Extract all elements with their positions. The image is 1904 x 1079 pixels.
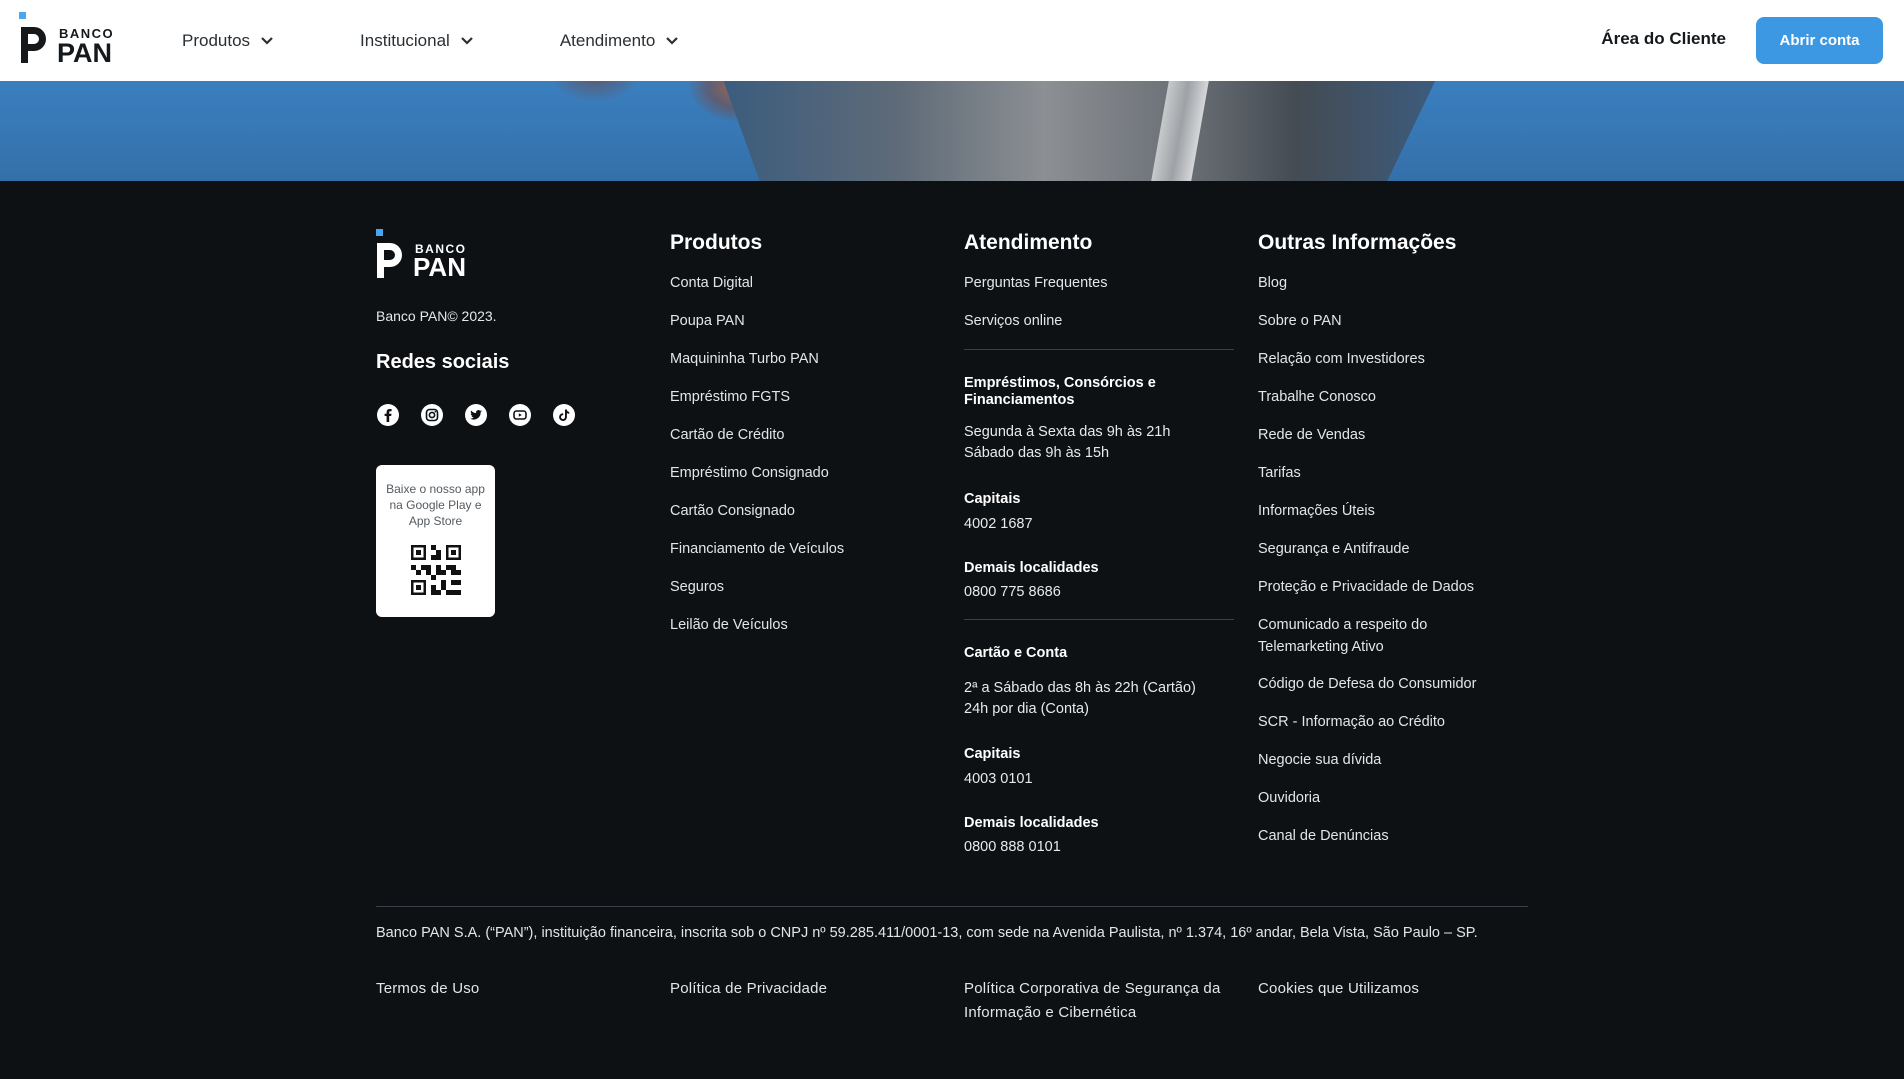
- footer-link-seguros[interactable]: Seguros: [670, 578, 844, 616]
- loans-capitals: Capitais 4002 1687: [964, 489, 1234, 535]
- nav-atendimento[interactable]: Atendimento: [560, 31, 679, 51]
- loans-hours-weekday: Segunda à Sexta das 9h às 21h: [964, 424, 1171, 440]
- open-account-button[interactable]: Abrir conta: [1756, 17, 1883, 64]
- capitals-label: Capitais: [964, 746, 1021, 762]
- footer-link-cartao-consignado[interactable]: Cartão Consignado: [670, 502, 844, 540]
- loans-hours-saturday: Sábado das 9h às 15h: [964, 445, 1110, 461]
- divider: [964, 619, 1234, 620]
- footer-link-rede-vendas[interactable]: Rede de Vendas: [1258, 426, 1476, 464]
- service-title: Atendimento: [964, 231, 1093, 254]
- footer-link-privacidade-dados[interactable]: Proteção e Privacidade de Dados: [1258, 578, 1476, 616]
- footer-link-seguranca[interactable]: Segurança e Antifraude: [1258, 540, 1476, 578]
- footer-link-trabalhe-conosco[interactable]: Trabalhe Conosco: [1258, 388, 1476, 426]
- footer-banco-pan-logo[interactable]: BANCO PAN: [376, 229, 481, 279]
- loans-title: Empréstimos, Consórcios e Financiamentos: [964, 375, 1156, 408]
- service-list: Perguntas Frequentes Serviços online: [964, 274, 1107, 350]
- footer-logo-bottom-text: PAN: [413, 252, 466, 279]
- footer-link-blog[interactable]: Blog: [1258, 274, 1476, 312]
- card-hours: 2ª a Sábado das 8h às 22h (Cartão) 24h p…: [964, 678, 1234, 720]
- others-label: Demais localidades: [964, 560, 1099, 576]
- cookies-link[interactable]: Cookies que Utilizamos: [1258, 977, 1419, 1001]
- footer-link-leilao-veiculos[interactable]: Leilão de Veículos: [670, 616, 844, 654]
- footer-link-servicos-online[interactable]: Serviços online: [964, 312, 1107, 350]
- products-list: Conta Digital Poupa PAN Maquininha Turbo…: [670, 274, 844, 654]
- social-icons: [376, 403, 596, 427]
- card-others-phone[interactable]: 0800 888 0101: [964, 837, 1234, 858]
- nav-institucional-label: Institucional: [360, 30, 450, 50]
- footer-link-ouvidoria[interactable]: Ouvidoria: [1258, 789, 1476, 827]
- banco-pan-logo[interactable]: BANCO PAN: [19, 12, 129, 66]
- footer-link-negocie[interactable]: Negocie sua dívida: [1258, 751, 1476, 789]
- chevron-down-icon: [461, 36, 473, 45]
- chevron-down-icon: [261, 36, 273, 45]
- footer-link-investidores[interactable]: Relação com Investidores: [1258, 350, 1476, 388]
- twitter-icon[interactable]: [464, 403, 488, 427]
- footer-link-sobre[interactable]: Sobre o PAN: [1258, 312, 1476, 350]
- page: BANCO PAN Produtos Institucional Atendim…: [0, 0, 1904, 1079]
- bottom-divider: [376, 906, 1528, 907]
- footer-link-tarifas[interactable]: Tarifas: [1258, 464, 1476, 502]
- copyright-text: Banco PAN© 2023.: [376, 308, 497, 324]
- footer-link-emprestimo-fgts[interactable]: Empréstimo FGTS: [670, 388, 844, 426]
- others-label: Demais localidades: [964, 815, 1099, 831]
- divider: [964, 349, 1234, 350]
- main-nav: Produtos Institucional Atendimento: [182, 0, 765, 81]
- capitals-label: Capitais: [964, 491, 1021, 507]
- card-others: Demais localidades 0800 888 0101: [964, 813, 1234, 858]
- footer-link-emprestimo-consignado[interactable]: Empréstimo Consignado: [670, 464, 844, 502]
- youtube-icon[interactable]: [508, 403, 532, 427]
- qr-card-text: Baixe o nosso app na Google Play e App S…: [386, 482, 485, 528]
- footer-link-financiamento-veiculos[interactable]: Financiamento de Veículos: [670, 540, 844, 578]
- security-policy-link[interactable]: Política Corporativa de Segurança da Inf…: [964, 977, 1234, 1025]
- footer-link-conta-digital[interactable]: Conta Digital: [670, 274, 844, 312]
- instagram-icon[interactable]: [420, 403, 444, 427]
- loans-heading: Empréstimos, Consórcios e Financiamentos: [964, 375, 1234, 409]
- client-area-link[interactable]: Área do Cliente: [1601, 29, 1726, 49]
- footer-link-telemarketing[interactable]: Comunicado a respeito do Telemarketing A…: [1258, 614, 1458, 675]
- nav-atendimento-label: Atendimento: [559, 30, 656, 50]
- footer-link-cartao-credito[interactable]: Cartão de Crédito: [670, 426, 844, 464]
- loans-others-phone[interactable]: 0800 775 8686: [964, 582, 1234, 603]
- facebook-icon[interactable]: [376, 403, 400, 427]
- card-title: Cartão e Conta: [964, 645, 1068, 661]
- nav-produtos[interactable]: Produtos: [182, 31, 274, 51]
- footer-link-scr[interactable]: SCR - Informação ao Crédito: [1258, 713, 1476, 751]
- social-title: Redes sociais: [376, 351, 510, 373]
- footer-link-faq[interactable]: Perguntas Frequentes: [964, 274, 1107, 312]
- footer-link-informacoes-uteis[interactable]: Informações Úteis: [1258, 502, 1476, 540]
- hero-image-strip: [0, 81, 1904, 181]
- qr-code-icon: [410, 545, 461, 595]
- hero-jacket: [720, 81, 1440, 181]
- terms-link[interactable]: Termos de Uso: [376, 977, 479, 1001]
- logo-bottom-text: PAN: [57, 38, 112, 66]
- card-heading: Cartão e Conta: [964, 643, 1234, 664]
- footer-link-codigo-consumidor[interactable]: Código de Defesa do Consumidor: [1258, 675, 1476, 713]
- nav-institucional[interactable]: Institucional: [360, 31, 474, 51]
- hero-hand-shadow: [550, 81, 640, 101]
- card-hours-account: 24h por dia (Conta): [964, 701, 1089, 717]
- legal-text: Banco PAN S.A. (“PAN”), instituição fina…: [376, 925, 1478, 941]
- loans-hours: Segunda à Sexta das 9h às 21h Sábado das…: [964, 422, 1234, 464]
- footer-link-denuncias[interactable]: Canal de Denúncias: [1258, 827, 1476, 865]
- other-info-list: Blog Sobre o PAN Relação com Investidore…: [1258, 274, 1476, 865]
- privacy-policy-link[interactable]: Política de Privacidade: [670, 977, 827, 1001]
- footer-link-poupa-pan[interactable]: Poupa PAN: [670, 312, 844, 350]
- app-download-card[interactable]: Baixe o nosso app na Google Play e App S…: [376, 465, 495, 617]
- card-hours-card: 2ª a Sábado das 8h às 22h (Cartão): [964, 680, 1196, 696]
- nav-produtos-label: Produtos: [182, 30, 251, 50]
- site-header: BANCO PAN Produtos Institucional Atendim…: [0, 0, 1904, 81]
- products-title: Produtos: [670, 231, 763, 254]
- footer-link-maquininha[interactable]: Maquininha Turbo PAN: [670, 350, 844, 388]
- loans-others: Demais localidades 0800 775 8686: [964, 558, 1234, 603]
- site-footer: BANCO PAN Banco PAN© 2023. Redes sociais…: [0, 181, 1904, 1079]
- card-capitals-phone[interactable]: 4003 0101: [964, 769, 1234, 790]
- tiktok-icon[interactable]: [552, 403, 576, 427]
- loans-capitals-phone[interactable]: 4002 1687: [964, 514, 1234, 535]
- chevron-down-icon: [666, 36, 679, 45]
- card-capitals: Capitais 4003 0101: [964, 744, 1234, 790]
- other-info-title: Outras Informações: [1258, 231, 1457, 254]
